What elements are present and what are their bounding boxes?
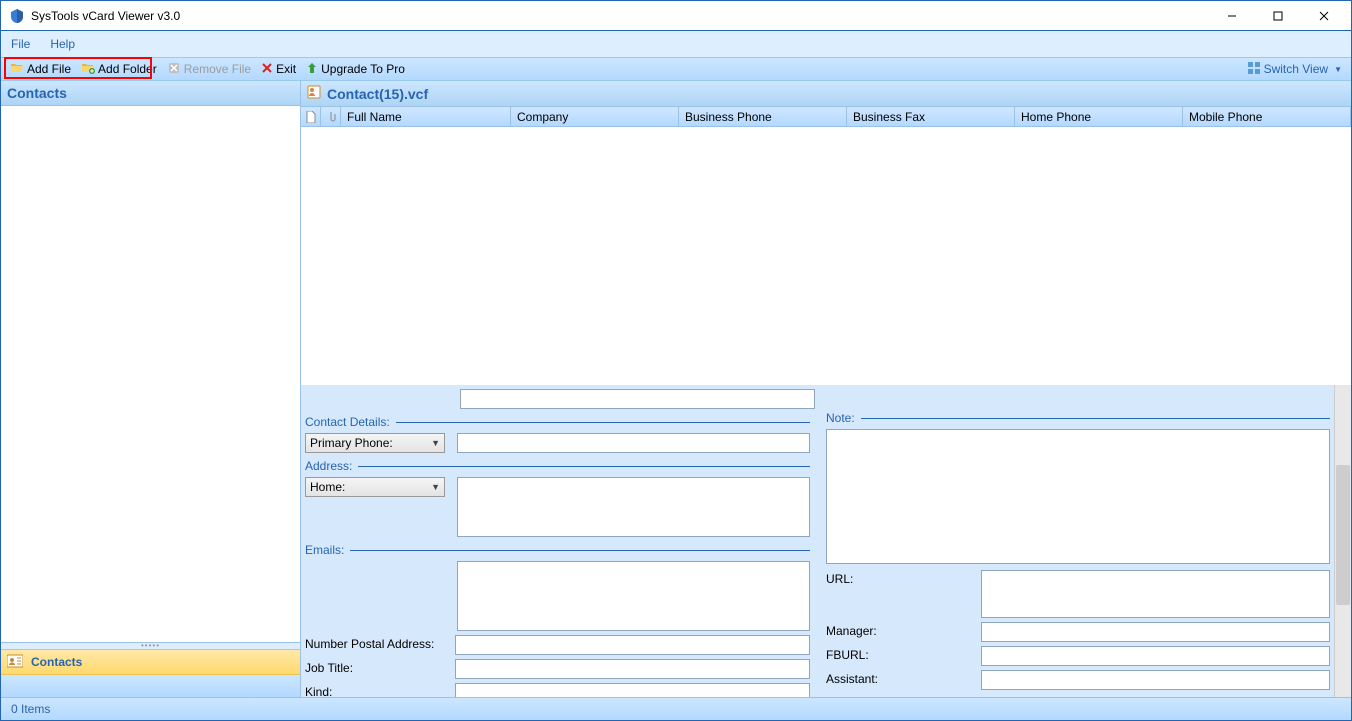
kind-field[interactable]	[455, 683, 810, 697]
contact-card-icon	[7, 654, 23, 671]
file-name: Contact(15).vcf	[327, 86, 428, 102]
top-field[interactable]	[460, 389, 815, 409]
number-postal-field[interactable]	[455, 635, 810, 655]
add-folder-button[interactable]: Add Folder	[76, 58, 162, 80]
note-field[interactable]	[826, 429, 1330, 564]
label-kind: Kind:	[305, 683, 455, 697]
status-bar: 0 Items	[1, 697, 1351, 720]
section-address: Address:	[305, 459, 352, 473]
contacts-header: Contacts	[1, 81, 300, 106]
table-body[interactable]	[301, 127, 1351, 385]
label-number-postal: Number Postal Address:	[305, 635, 455, 651]
primary-phone-field[interactable]	[457, 433, 810, 453]
app-icon	[9, 8, 25, 24]
grid-icon	[1247, 61, 1261, 78]
col-icon-doc[interactable]	[301, 107, 321, 126]
label-manager: Manager:	[826, 622, 981, 638]
menu-bar: File Help	[1, 31, 1351, 57]
url-field[interactable]	[981, 570, 1330, 618]
remove-file-button: Remove File	[162, 58, 256, 80]
category-label: Contacts	[31, 655, 82, 669]
file-header: Contact(15).vcf	[301, 81, 1351, 107]
details-left: Contact Details: Primary Phone:▼ Address…	[305, 389, 820, 693]
toolbar: Add File Add Folder Remove File Exit Upg…	[1, 57, 1351, 81]
label-url: URL:	[826, 570, 981, 586]
col-business-fax[interactable]: Business Fax	[847, 107, 1015, 126]
details-scrollbar[interactable]	[1334, 385, 1351, 697]
assistant-field[interactable]	[981, 670, 1330, 690]
col-company[interactable]: Company	[511, 107, 679, 126]
contact-icon	[307, 85, 321, 102]
job-title-field[interactable]	[455, 659, 810, 679]
exit-button[interactable]: Exit	[256, 58, 301, 80]
chevron-down-icon: ▼	[431, 438, 440, 448]
contacts-tree[interactable]	[1, 106, 300, 643]
col-business-phone[interactable]: Business Phone	[679, 107, 847, 126]
chevron-down-icon: ▼	[1334, 65, 1342, 74]
label-fburl: FBURL:	[826, 646, 981, 662]
label-assistant: Assistant:	[826, 670, 981, 686]
minimize-button[interactable]	[1209, 1, 1255, 30]
manager-field[interactable]	[981, 622, 1330, 642]
left-spacer	[1, 675, 300, 697]
label-job-title: Job Title:	[305, 659, 455, 675]
section-contact-details: Contact Details:	[305, 415, 390, 429]
remove-icon	[167, 61, 181, 78]
main-area: Contacts ••••• Contacts Contact(15).vcf …	[1, 81, 1351, 697]
close-button[interactable]	[1301, 1, 1347, 30]
maximize-button[interactable]	[1255, 1, 1301, 30]
chevron-down-icon: ▼	[431, 482, 440, 492]
folder-open-icon	[10, 61, 24, 78]
col-mobile-phone[interactable]: Mobile Phone	[1183, 107, 1351, 126]
address-field[interactable]	[457, 477, 810, 537]
status-text: 0 Items	[11, 702, 50, 716]
emails-field[interactable]	[457, 561, 810, 631]
arrow-up-icon	[306, 62, 318, 77]
right-panel: Contact(15).vcf Full Name Company Busine…	[301, 81, 1351, 697]
section-emails: Emails:	[305, 543, 344, 557]
add-file-button[interactable]: Add File	[5, 58, 76, 80]
category-contacts[interactable]: Contacts	[1, 649, 300, 675]
col-home-phone[interactable]: Home Phone	[1015, 107, 1183, 126]
window-title: SysTools vCard Viewer v3.0	[31, 9, 1209, 23]
switch-view-button[interactable]: Switch View ▼	[1242, 58, 1347, 80]
upgrade-button[interactable]: Upgrade To Pro	[301, 58, 410, 80]
menu-help[interactable]: Help	[50, 37, 75, 51]
folder-add-icon	[81, 61, 95, 78]
details-area: Contact Details: Primary Phone:▼ Address…	[301, 385, 1351, 697]
details-right: Note: URL: Manager: FBURL: Assistant:	[820, 389, 1330, 693]
section-note: Note:	[826, 411, 855, 425]
close-icon	[261, 62, 273, 77]
menu-file[interactable]: File	[11, 37, 30, 51]
fburl-field[interactable]	[981, 646, 1330, 666]
col-full-name[interactable]: Full Name	[341, 107, 511, 126]
primary-phone-combo[interactable]: Primary Phone:▼	[305, 433, 445, 453]
table-header: Full Name Company Business Phone Busines…	[301, 107, 1351, 127]
col-icon-attachment[interactable]	[321, 107, 341, 126]
address-type-combo[interactable]: Home:▼	[305, 477, 445, 497]
left-panel: Contacts ••••• Contacts	[1, 81, 301, 697]
title-bar: SysTools vCard Viewer v3.0	[1, 1, 1351, 31]
